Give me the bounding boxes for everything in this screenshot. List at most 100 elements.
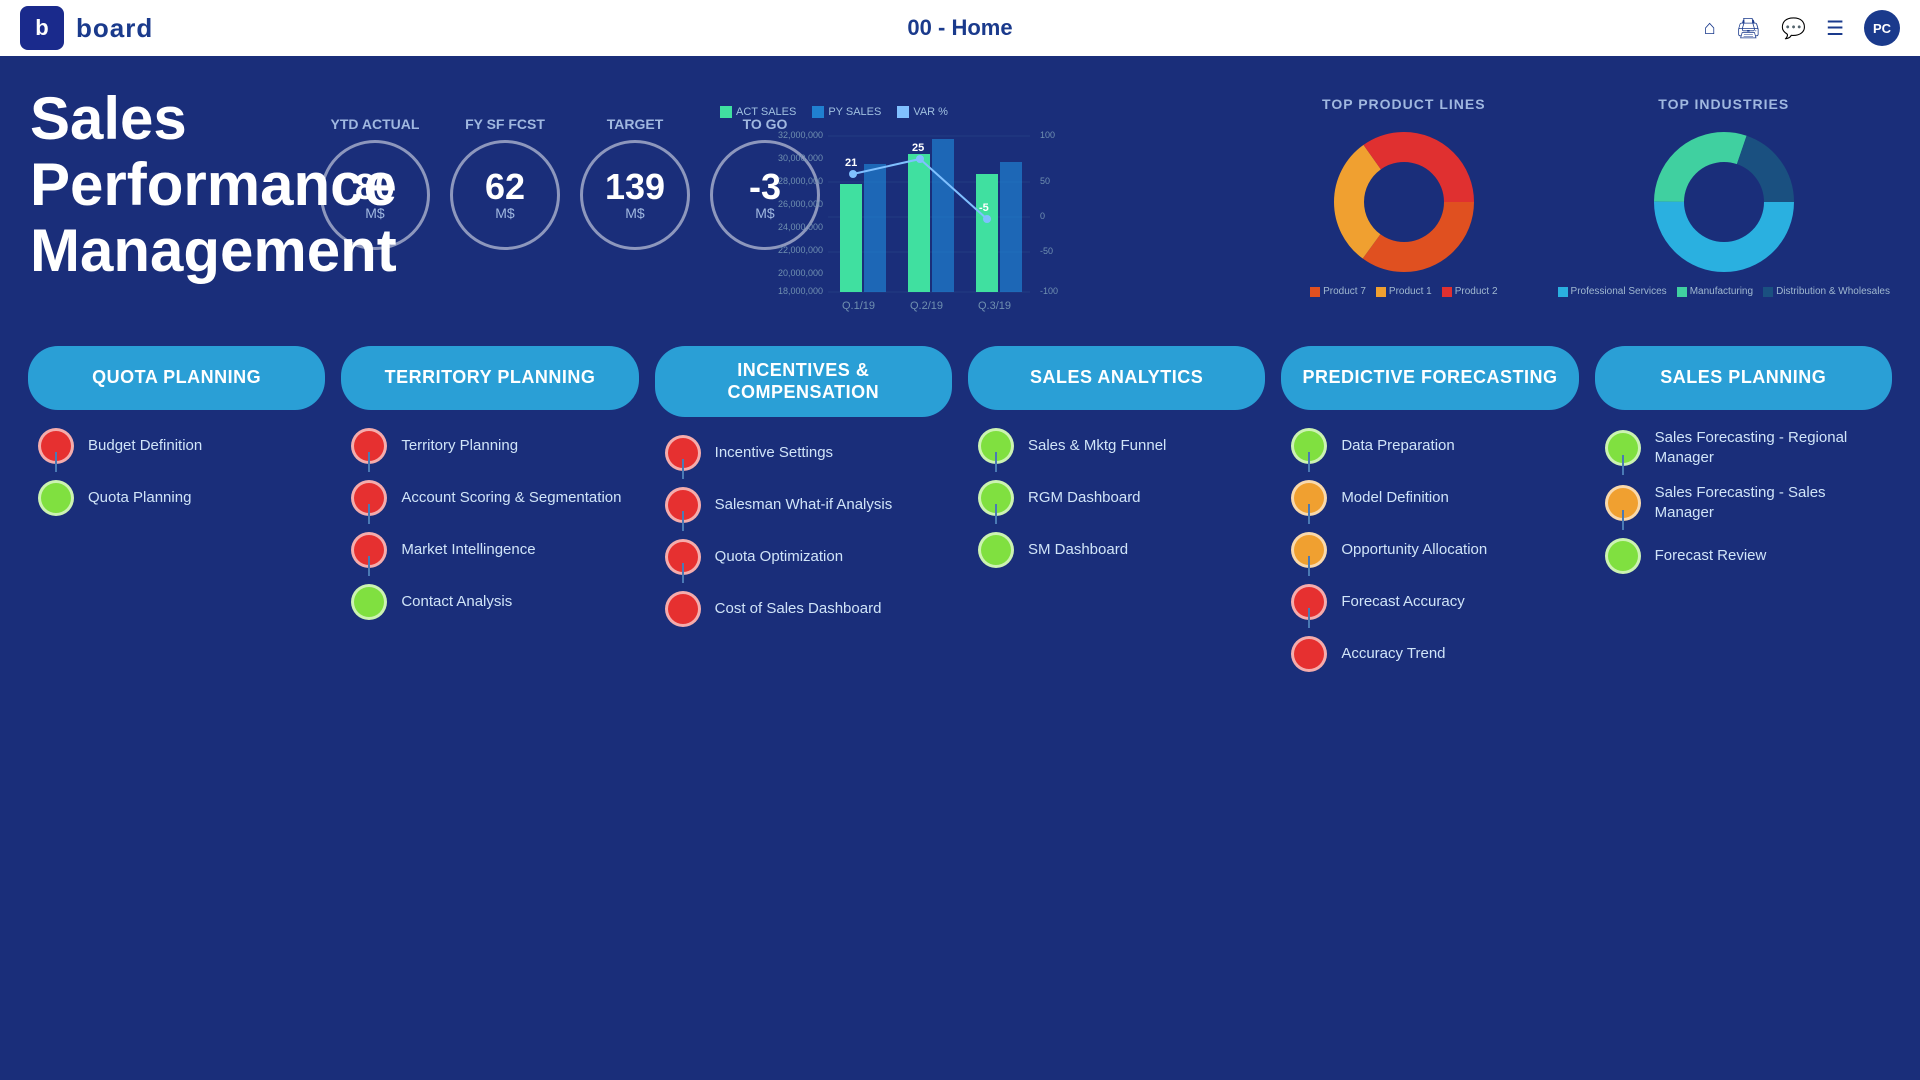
svg-text:Q.3/19: Q.3/19 <box>978 300 1011 312</box>
list-item[interactable]: Forecast Review <box>1605 530 1767 582</box>
list-item[interactable]: Sales & Mktg Funnel <box>978 420 1166 472</box>
list-item[interactable]: Budget Definition <box>38 420 202 472</box>
metric-unit: M$ <box>365 205 384 221</box>
svg-text:18,000,000: 18,000,000 <box>778 286 823 296</box>
list-item[interactable]: Salesman What-if Analysis <box>665 479 893 531</box>
list-item[interactable]: Contact Analysis <box>351 576 512 628</box>
logo-b-icon: b <box>20 6 64 50</box>
metric-circle: 62 M$ <box>450 140 560 250</box>
item-label: Account Scoring & Segmentation <box>401 488 621 508</box>
legend-var: VAR % <box>897 106 948 118</box>
item-label: Sales Forecasting - Sales Manager <box>1655 483 1882 522</box>
dot-green <box>978 532 1014 568</box>
svg-text:0: 0 <box>1040 211 1045 221</box>
section-header-sales-analytics[interactable]: SALES ANALYTICS <box>968 346 1265 410</box>
legend-act-sales: ACT SALES <box>720 106 796 118</box>
metric-label: TARGET <box>607 116 664 132</box>
svg-text:Q.2/19: Q.2/19 <box>910 300 943 312</box>
list-item[interactable]: Sales Forecasting - Regional Manager <box>1605 420 1882 475</box>
list-item[interactable]: Model Definition <box>1291 472 1449 524</box>
list-item[interactable]: Incentive Settings <box>665 427 833 479</box>
svg-text:Q.1/19: Q.1/19 <box>842 300 875 312</box>
product-lines-donut <box>1324 122 1484 282</box>
svg-text:24,000,000: 24,000,000 <box>778 222 823 232</box>
item-label: Quota Optimization <box>715 547 843 567</box>
industries-donut <box>1644 122 1804 282</box>
item-label: RGM Dashboard <box>1028 488 1141 508</box>
dot-green <box>351 584 387 620</box>
item-label: Budget Definition <box>88 436 202 456</box>
svg-text:-50: -50 <box>1040 246 1053 256</box>
metric-value: 80 <box>355 169 395 205</box>
item-label: Territory Planning <box>401 436 518 456</box>
dot-red <box>1291 636 1327 672</box>
list-item[interactable]: Quota Optimization <box>665 531 843 583</box>
page-title: 00 - Home <box>907 15 1012 41</box>
item-label: Accuracy Trend <box>1341 644 1445 664</box>
svg-text:-100: -100 <box>1040 286 1058 296</box>
item-label: Contact Analysis <box>401 592 512 612</box>
item-label: Incentive Settings <box>715 443 833 463</box>
section-items-predictive-forecasting: Data PreparationModel Definition Opportun… <box>1281 410 1578 680</box>
list-item[interactable]: SM Dashboard <box>978 524 1128 576</box>
home-icon[interactable]: ⌂ <box>1704 17 1716 40</box>
svg-text:25: 25 <box>912 142 924 154</box>
section-header-sales-planning[interactable]: SALES PLANNING <box>1595 346 1892 410</box>
section-header-incentives-compensation[interactable]: INCENTIVES & COMPENSATION <box>655 346 952 417</box>
list-item[interactable]: Forecast Accuracy <box>1291 576 1464 628</box>
list-item[interactable]: Account Scoring & Segmentation <box>351 472 621 524</box>
list-item[interactable]: Opportunity Allocation <box>1291 524 1487 576</box>
brand-name: board <box>76 13 153 44</box>
item-label: Forecast Accuracy <box>1341 592 1464 612</box>
dot-green <box>38 480 74 516</box>
section-header-predictive-forecasting[interactable]: PREDICTIVE FORECASTING <box>1281 346 1578 410</box>
section-col-predictive-forecasting: PREDICTIVE FORECASTINGData PreparationMo… <box>1273 346 1586 1060</box>
section-col-quota-planning: QUOTA PLANNING Budget Definition Quota Pla… <box>20 346 333 1060</box>
list-item[interactable]: Sales Forecasting - Sales Manager <box>1605 475 1882 530</box>
chart-legend: ACT SALES PY SALES VAR % <box>720 106 1080 118</box>
chat-icon[interactable]: 💬 <box>1781 16 1806 41</box>
section-items-sales-planning: Sales Forecasting - Regional Manager Sale… <box>1595 410 1892 582</box>
bar-chart-svg: 32,000,000 30,000,000 28,000,000 26,000,… <box>720 124 1080 314</box>
metric-fy-sf-fcst: FY SF FCST 62 M$ <box>450 116 560 250</box>
svg-text:28,000,000: 28,000,000 <box>778 176 823 186</box>
list-item[interactable]: Territory Planning <box>351 420 518 472</box>
bar-chart-area: ACT SALES PY SALES VAR % 32,000,000 30,0… <box>720 106 1080 326</box>
section-col-sales-analytics: SALES ANALYTICS Sales & Mktg Funnel RGM Da… <box>960 346 1273 1060</box>
list-item[interactable]: Cost of Sales Dashboard <box>665 583 882 635</box>
svg-text:100: 100 <box>1040 130 1055 140</box>
item-label: Market Intellingence <box>401 540 535 560</box>
industries-title: TOP INDUSTRIES <box>1658 96 1789 112</box>
print-icon[interactable]: 🖨 <box>1736 16 1761 41</box>
metric-unit: M$ <box>495 205 514 221</box>
section-items-incentives-compensation: Incentive Settings Salesman What-if Analy… <box>655 417 952 635</box>
legend-py-sales: PY SALES <box>812 106 881 118</box>
item-label: Opportunity Allocation <box>1341 540 1487 560</box>
top-industries: TOP INDUSTRIES Professional Services Man… <box>1558 96 1890 297</box>
section-col-sales-planning: SALES PLANNINGSales Forecasting - Region… <box>1587 346 1900 1060</box>
metric-value: 62 <box>485 169 525 205</box>
item-label: Salesman What-if Analysis <box>715 495 893 515</box>
product-lines-title: TOP PRODUCT LINES <box>1322 96 1486 112</box>
section-header-quota-planning[interactable]: QUOTA PLANNING <box>28 346 325 410</box>
svg-text:30,000,000: 30,000,000 <box>778 153 823 163</box>
list-item[interactable]: Market Intellingence <box>351 524 535 576</box>
section-items-territory-planning: Territory Planning Account Scoring & Segm… <box>341 410 638 628</box>
main-content: Sales Performance Management YTD ACTUAL … <box>0 56 1920 1080</box>
list-item[interactable]: Quota Planning <box>38 472 191 524</box>
list-item[interactable]: Accuracy Trend <box>1291 628 1445 680</box>
dot-red <box>665 591 701 627</box>
avatar[interactable]: PC <box>1864 10 1900 46</box>
menu-icon[interactable]: ☰ <box>1826 16 1844 41</box>
item-label: Forecast Review <box>1655 546 1767 566</box>
list-item[interactable]: RGM Dashboard <box>978 472 1141 524</box>
item-label: Cost of Sales Dashboard <box>715 599 882 619</box>
section-items-quota-planning: Budget Definition Quota Planning <box>28 410 325 524</box>
list-item[interactable]: Data Preparation <box>1291 420 1454 472</box>
dot-green <box>1605 538 1641 574</box>
top-product-lines: TOP PRODUCT LINES Product 7 Product 1 <box>1310 96 1497 297</box>
item-label: Sales Forecasting - Regional Manager <box>1655 428 1882 467</box>
metric-label: FY SF FCST <box>465 116 545 132</box>
topbar: b board 00 - Home ⌂ 🖨 💬 ☰ PC <box>0 0 1920 56</box>
section-header-territory-planning[interactable]: TERRITORY PLANNING <box>341 346 638 410</box>
